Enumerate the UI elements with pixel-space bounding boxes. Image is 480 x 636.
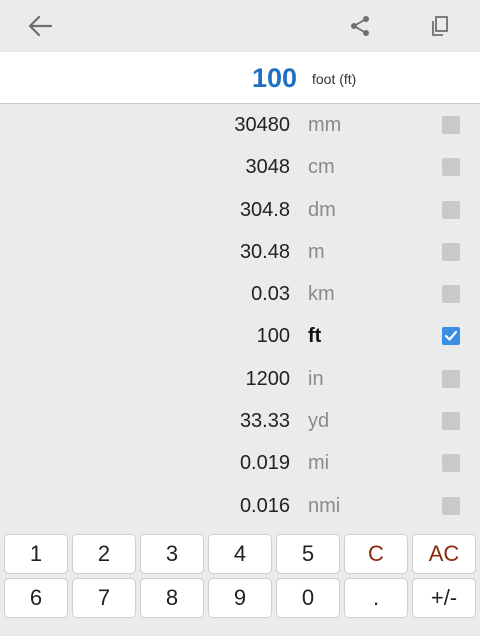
toolbar	[0, 0, 480, 53]
conversion-list: 30480 mm 3048 cm 304.8 dm 30.48 m 0.03 km 100 ft 120…	[0, 104, 480, 527]
conversion-value: 304.8	[239, 198, 290, 221]
unit-checkbox[interactable]	[442, 285, 460, 304]
conversion-unit: m	[308, 240, 325, 263]
conversion-row-m[interactable]: 30.48 m	[0, 231, 480, 273]
input-display[interactable]: 100 foot (ft)	[0, 52, 480, 104]
digit-key-0[interactable]: 0	[276, 578, 340, 618]
conversion-value: 100	[256, 325, 290, 348]
unit-checkbox[interactable]	[442, 242, 460, 261]
unit-checkbox[interactable]	[442, 496, 460, 515]
conversion-unit: mm	[308, 114, 342, 136]
unit-checkbox[interactable]	[442, 116, 460, 134]
digit-key-3[interactable]: 3	[140, 534, 204, 574]
share-button[interactable]	[334, 0, 386, 52]
share-icon	[351, 16, 369, 36]
conversion-value: 0.019	[239, 452, 290, 475]
conversion-row-mm[interactable]: 30480 mm	[0, 104, 480, 146]
input-value: 100	[251, 63, 297, 93]
conversion-row-dm[interactable]: 304.8 dm	[0, 189, 480, 231]
unit-checkbox[interactable]	[442, 158, 460, 177]
clear-key[interactable]: C	[344, 534, 408, 574]
conversion-value: 30480	[234, 114, 290, 136]
conversion-value: 33.33	[239, 410, 290, 433]
check-icon	[444, 331, 458, 342]
conversion-row-in[interactable]: 1200 in	[0, 358, 480, 400]
conversion-unit: dm	[308, 198, 336, 221]
sign-toggle-key[interactable]: +/-	[412, 578, 476, 618]
back-button[interactable]	[14, 0, 66, 52]
conversion-unit: cm	[308, 156, 335, 179]
conversion-row-ft[interactable]: 100 ft	[0, 315, 480, 357]
conversion-unit: km	[308, 283, 335, 306]
digit-key-2[interactable]: 2	[72, 534, 136, 574]
conversion-row-mi[interactable]: 0.019 mi	[0, 442, 480, 484]
copy-icon	[432, 16, 448, 36]
conversion-value: 1200	[245, 367, 291, 390]
conversion-value: 0.016	[239, 494, 290, 517]
digit-key-6[interactable]: 6	[4, 578, 68, 618]
digit-key-7[interactable]: 7	[72, 578, 136, 618]
input-unit: foot (ft)	[312, 71, 357, 87]
conversion-unit: yd	[308, 410, 330, 433]
digit-key-9[interactable]: 9	[208, 578, 272, 618]
conversion-row-yd[interactable]: 33.33 yd	[0, 400, 480, 442]
conversion-value: 30.48	[239, 240, 290, 263]
digit-key-5[interactable]: 5	[276, 534, 340, 574]
conversion-value: 0.03	[251, 283, 290, 306]
conversion-row-cm[interactable]: 3048 cm	[0, 146, 480, 188]
conversion-row-km[interactable]: 0.03 km	[0, 273, 480, 315]
unit-checkbox[interactable]	[442, 327, 460, 346]
unit-checkbox[interactable]	[442, 369, 460, 388]
digit-key-1[interactable]: 1	[4, 534, 68, 574]
decimal-key[interactable]: .	[344, 578, 408, 618]
conversion-row-nmi[interactable]: 0.016 nmi	[0, 485, 480, 527]
conversion-value: 3048	[245, 156, 291, 179]
digit-key-4[interactable]: 4	[208, 534, 272, 574]
copy-button[interactable]	[414, 0, 466, 52]
keypad: 1 2 3 4 5 C AC 6 7 8 9 0. +/-	[0, 530, 480, 636]
unit-checkbox[interactable]	[442, 412, 460, 431]
conversion-unit: nmi	[308, 494, 341, 517]
digit-key-8[interactable]: 8	[140, 578, 204, 618]
unit-checkbox[interactable]	[442, 200, 460, 219]
arrow-left-icon	[28, 15, 53, 37]
unit-checkbox[interactable]	[442, 454, 460, 473]
conversion-unit: in	[308, 367, 324, 390]
conversion-unit: mi	[308, 452, 330, 475]
conversion-unit: ft	[308, 325, 322, 348]
all-clear-key[interactable]: AC	[412, 534, 476, 574]
